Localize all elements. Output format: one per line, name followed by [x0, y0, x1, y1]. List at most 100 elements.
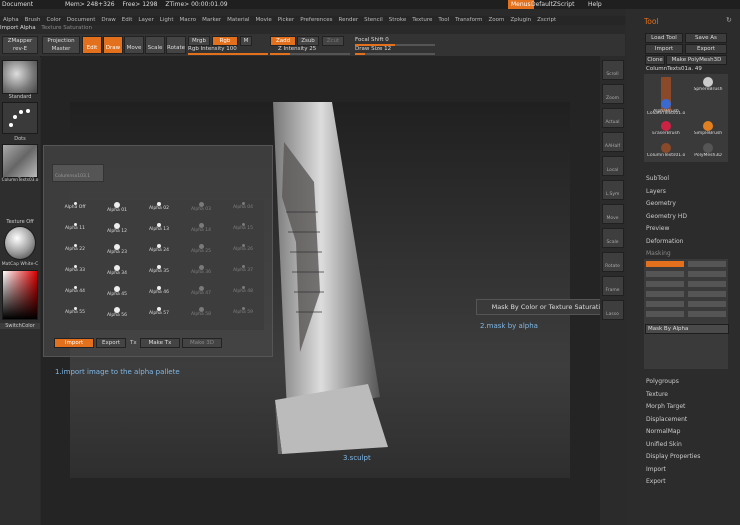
menu-render[interactable]: Render — [339, 17, 359, 23]
masking-option-button[interactable] — [646, 281, 684, 287]
rgb-intensity-slider[interactable] — [188, 53, 268, 55]
zmapper-button[interactable]: ZMapper rev-E — [2, 36, 38, 54]
menu-edit[interactable]: Edit — [122, 17, 133, 23]
dock-aahalf-button[interactable] — [602, 132, 624, 152]
section-displacement[interactable]: Displacement — [646, 416, 687, 423]
menu-stencil[interactable]: Stencil — [364, 17, 383, 23]
menu-brush[interactable]: Brush — [25, 17, 41, 23]
section-normalmap[interactable]: NormalMap — [646, 428, 680, 435]
alpha-cell[interactable]: Alpha 14 — [182, 223, 220, 233]
menu-zscript[interactable]: Zscript — [537, 17, 556, 23]
menu-material[interactable]: Material — [227, 17, 249, 23]
alpha-cell[interactable]: Alpha 59 — [224, 307, 262, 315]
alpha-cell[interactable]: Alpha 33 — [56, 265, 94, 273]
dock-move-button[interactable] — [602, 204, 624, 224]
zsub-button[interactable]: Zsub — [297, 36, 319, 46]
menu-alpha[interactable]: Alpha — [3, 17, 19, 23]
masking-option-button[interactable] — [688, 281, 726, 287]
menu-tool[interactable]: Tool — [438, 17, 449, 23]
alpha-cell[interactable]: Alpha 03 — [182, 202, 220, 212]
material-thumb[interactable] — [4, 226, 36, 260]
alpha-cell[interactable]: Alpha 55 — [56, 307, 94, 315]
alpha-cell[interactable]: Alpha 22 — [56, 244, 94, 252]
menu-zoom[interactable]: Zoom — [488, 17, 504, 23]
dock-scale-button[interactable] — [602, 228, 624, 248]
rotate-button[interactable]: Rotate — [166, 36, 186, 54]
alpha-cell[interactable]: Alpha 13 — [140, 223, 178, 232]
menu-document[interactable]: Document — [67, 17, 96, 23]
alpha-cell[interactable]: Alpha 37 — [224, 265, 262, 273]
alpha-cell[interactable]: Alpha 12 — [98, 223, 136, 234]
alpha-export-button[interactable]: Export — [96, 338, 126, 348]
masking-option-button[interactable] — [646, 301, 684, 307]
dock-lsym-button[interactable] — [602, 180, 624, 200]
menu-picker[interactable]: Picker — [278, 17, 294, 23]
section-display-properties[interactable]: Display Properties — [646, 453, 700, 460]
alpha-cell[interactable]: Alpha 47 — [182, 286, 220, 296]
section-import[interactable]: Import — [646, 466, 666, 473]
zadd-button[interactable]: Zadd — [270, 36, 296, 46]
alpha-cell[interactable]: Alpha 44 — [56, 286, 94, 294]
menu-texture[interactable]: Texture — [412, 17, 432, 23]
menu-transform[interactable]: Transform — [455, 17, 482, 23]
edit-button[interactable]: Edit — [82, 36, 102, 54]
menu-preferences[interactable]: Preferences — [300, 17, 332, 23]
alpha-cell[interactable]: Alpha 15 — [224, 223, 262, 231]
alpha-cell[interactable]: Alpha 26 — [224, 244, 262, 252]
alpha-cell[interactable]: Alpha 57 — [140, 307, 178, 316]
draw-size-slider[interactable] — [355, 53, 435, 55]
alpha-cell[interactable]: Alpha 34 — [98, 265, 136, 276]
alpha-cell[interactable]: Alpha 35 — [140, 265, 178, 274]
alpha-cell[interactable]: Alpha 36 — [182, 265, 220, 275]
menu-color[interactable]: Color — [47, 17, 61, 23]
alpha-cell[interactable]: Alpha 01 — [98, 202, 136, 213]
section-geometry[interactable]: Geometry — [646, 200, 676, 207]
masking-option-button[interactable] — [646, 311, 684, 317]
menus-button[interactable]: Menus — [508, 0, 534, 9]
dock-frame-button[interactable] — [602, 276, 624, 296]
masking-option-button[interactable] — [688, 311, 726, 317]
help-button[interactable]: Help — [588, 0, 602, 9]
alpha-import-button[interactable]: Import — [54, 338, 94, 348]
dock-rotate-button[interactable] — [602, 252, 624, 272]
dock-zoom-button[interactable] — [602, 84, 624, 104]
menu-macro[interactable]: Macro — [180, 17, 197, 23]
alpha-cell[interactable]: Alpha 11 — [56, 223, 94, 231]
alpha-cell[interactable]: Alpha 04 — [224, 202, 262, 210]
section-masking[interactable]: Masking — [646, 250, 671, 257]
texture-label[interactable]: Texture Off — [0, 219, 40, 225]
menu-stroke[interactable]: Stroke — [389, 17, 407, 23]
section-morph-target[interactable]: Morph Target — [646, 403, 685, 410]
section-subtool[interactable]: SubTool — [646, 175, 669, 182]
switch-color-button[interactable]: SwitchColor — [0, 323, 40, 329]
menu-marker[interactable]: Marker — [202, 17, 221, 23]
masking-option-button[interactable] — [646, 261, 684, 267]
menu-draw[interactable]: Draw — [101, 17, 115, 23]
zcut-button[interactable]: Zcut — [322, 36, 344, 46]
section-preview[interactable]: Preview — [646, 225, 669, 232]
menu-light[interactable]: Light — [160, 17, 174, 23]
section-polygroups[interactable]: Polygroups — [646, 378, 679, 385]
move-button[interactable]: Move — [124, 36, 144, 54]
dock-actual-button[interactable] — [602, 108, 624, 128]
make-3d-button[interactable]: Make 3D — [182, 338, 222, 348]
alpha-cell[interactable]: Alpha 02 — [140, 202, 178, 211]
alpha-cell[interactable]: Alpha 56 — [98, 307, 136, 318]
masking-option-button[interactable] — [646, 271, 684, 277]
scale-button[interactable]: Scale — [145, 36, 165, 54]
masking-option-button[interactable] — [688, 301, 726, 307]
section-geometry-hd[interactable]: Geometry HD — [646, 213, 687, 220]
section-export[interactable]: Export — [646, 478, 666, 485]
masking-option-button[interactable] — [688, 261, 726, 267]
mask-by-alpha-button[interactable]: Mask By Alpha — [645, 324, 729, 334]
menu-layer[interactable]: Layer — [138, 17, 153, 23]
section-deformation[interactable]: Deformation — [646, 238, 683, 245]
m-button[interactable]: M — [240, 36, 252, 46]
alpha-cell[interactable]: Alpha 25 — [182, 244, 220, 254]
alpha-cell[interactable]: Alpha 58 — [182, 307, 220, 317]
z-intensity-slider[interactable] — [270, 53, 350, 55]
projection-master-button[interactable]: Projection Master — [42, 36, 80, 54]
menu-zplugin[interactable]: Zplugin — [510, 17, 531, 23]
rgb-button[interactable]: Rgb — [212, 36, 238, 46]
alpha-cell[interactable]: Alpha 24 — [140, 244, 178, 253]
